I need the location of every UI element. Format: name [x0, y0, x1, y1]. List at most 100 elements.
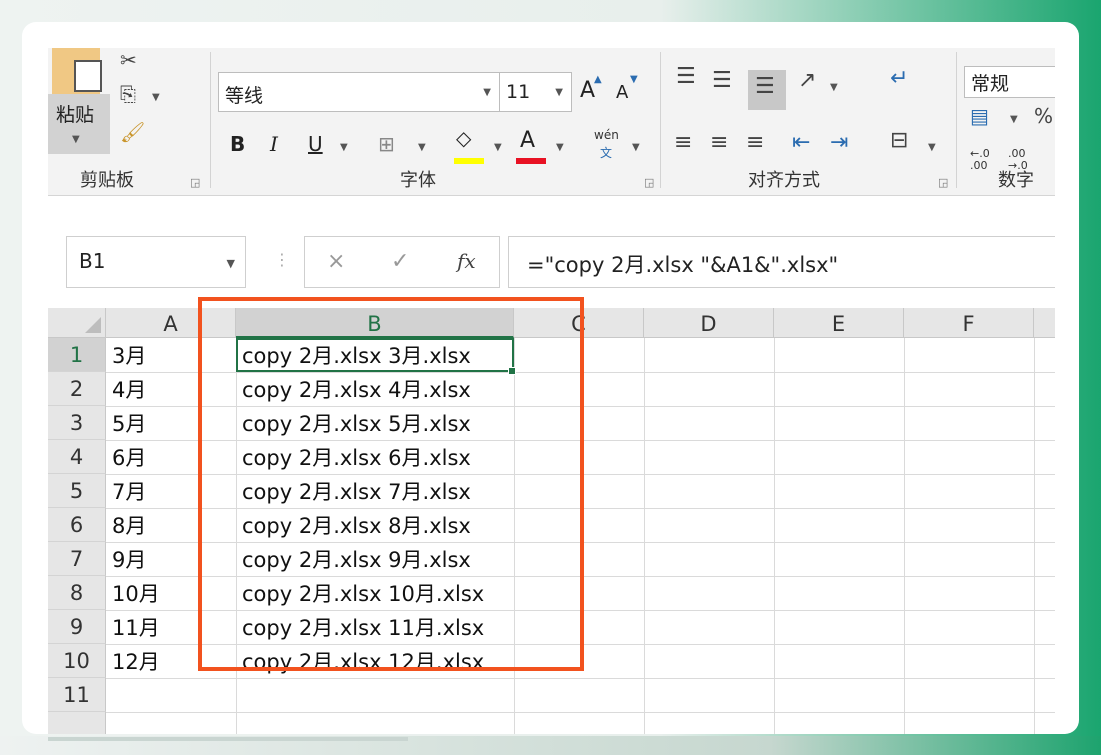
- annotation-highlight-box: [198, 297, 584, 671]
- italic-button[interactable]: I: [270, 132, 278, 156]
- font-size-select[interactable]: 11 ▼: [500, 72, 572, 112]
- font-launcher-icon[interactable]: ◲: [644, 176, 654, 189]
- enter-icon[interactable]: ✓: [391, 249, 409, 274]
- fill-dropdown-icon[interactable]: ▼: [494, 142, 502, 153]
- border-dropdown-icon[interactable]: ▼: [418, 142, 426, 153]
- font-color-dropdown-icon[interactable]: ▼: [556, 142, 564, 153]
- copy-dropdown-icon[interactable]: ▼: [152, 92, 160, 103]
- row-header-8[interactable]: 8: [48, 576, 106, 610]
- screenshot-card: 粘贴 ▼ ✂ ⎘ ▼ 🖌 剪贴板 ◲ 等线 ▼ 11 ▼ A ▲ A ▼ B I…: [22, 22, 1079, 734]
- paste-dropdown-icon: ▼: [72, 134, 80, 145]
- grow-font-button[interactable]: A: [580, 78, 595, 103]
- border-icon[interactable]: ⊞: [378, 132, 395, 156]
- insert-function-button[interactable]: fx: [457, 249, 476, 273]
- underline-dropdown-icon[interactable]: ▼: [340, 142, 348, 153]
- cell-a3[interactable]: 5月: [106, 406, 146, 440]
- cell-a4[interactable]: 6月: [106, 440, 146, 474]
- phonetic-guide-top[interactable]: wén: [594, 128, 619, 142]
- font-name-select[interactable]: 等线 ▼: [218, 72, 500, 112]
- underline-button[interactable]: U: [308, 132, 323, 156]
- shrink-arrow-icon: ▼: [630, 74, 638, 85]
- row-header-5[interactable]: 5: [48, 474, 106, 508]
- increase-indent-icon[interactable]: ⇥: [830, 130, 848, 155]
- cell-a9[interactable]: 11月: [106, 610, 160, 644]
- phonetic-guide-icon[interactable]: 文: [600, 144, 612, 161]
- select-all-button[interactable]: [48, 308, 106, 338]
- formula-input[interactable]: ="copy 2月.xlsx "&A1&".xlsx": [508, 236, 1055, 288]
- merge-center-icon[interactable]: ⊟: [890, 128, 908, 153]
- font-name-value: 等线: [225, 85, 264, 107]
- align-left-icon[interactable]: ≡: [674, 130, 692, 155]
- orientation-icon[interactable]: ↗: [798, 68, 816, 93]
- percent-button[interactable]: %: [1034, 104, 1053, 128]
- grow-arrow-icon: ▲: [594, 74, 602, 85]
- align-center-icon[interactable]: ≡: [710, 130, 728, 155]
- row-header-2[interactable]: 2: [48, 372, 106, 406]
- increase-decimal-button[interactable]: ←.0 .00: [970, 148, 1000, 172]
- cell-a10[interactable]: 12月: [106, 644, 160, 678]
- font-group-label: 字体: [400, 170, 436, 191]
- font-color-swatch: [516, 158, 546, 164]
- name-box[interactable]: B1 ▼: [66, 236, 246, 288]
- decrease-indent-icon[interactable]: ⇤: [792, 130, 810, 155]
- wrap-text-icon[interactable]: ↵: [890, 66, 908, 91]
- column-header-e[interactable]: E: [774, 308, 904, 338]
- formula-bar-buttons: × ✓ fx: [304, 236, 500, 288]
- fill-color-icon[interactable]: ◇: [456, 126, 471, 150]
- paste-document-icon: [74, 60, 102, 92]
- row-header-10[interactable]: 10: [48, 644, 106, 678]
- merge-dropdown-icon[interactable]: ▼: [928, 142, 936, 153]
- currency-dropdown-icon[interactable]: ▼: [1010, 114, 1018, 125]
- cell-a7[interactable]: 9月: [106, 542, 146, 576]
- number-group-label: 数字: [998, 170, 1034, 191]
- row-header-4[interactable]: 4: [48, 440, 106, 474]
- bottom-align-button[interactable]: ☰: [748, 70, 786, 110]
- row-header-12[interactable]: [48, 712, 106, 734]
- cancel-icon[interactable]: ×: [327, 249, 345, 274]
- cut-icon[interactable]: ✂: [120, 48, 137, 72]
- cell-a2[interactable]: 4月: [106, 372, 146, 406]
- number-format-select[interactable]: 常规: [964, 66, 1055, 98]
- alignment-launcher-icon[interactable]: ◲: [938, 176, 948, 189]
- formula-bar-resize-handle[interactable]: ⋮: [274, 250, 290, 269]
- fill-color-swatch: [454, 158, 484, 164]
- font-color-button[interactable]: A: [520, 128, 535, 153]
- formula-text: ="copy 2月.xlsx "&A1&".xlsx": [527, 253, 839, 277]
- background-accent-line: [48, 737, 408, 741]
- align-right-icon[interactable]: ≡: [746, 130, 764, 155]
- cell-a1[interactable]: 3月: [106, 338, 146, 372]
- alignment-group-label: 对齐方式: [748, 170, 820, 191]
- column-header-f[interactable]: F: [904, 308, 1034, 338]
- row-header-7[interactable]: 7: [48, 542, 106, 576]
- cell-a5[interactable]: 7月: [106, 474, 146, 508]
- row-header-11[interactable]: 11: [48, 678, 106, 712]
- row-header-9[interactable]: 9: [48, 610, 106, 644]
- chevron-down-icon: ▼: [555, 87, 563, 98]
- number-format-value: 常规: [971, 73, 1010, 95]
- currency-icon[interactable]: ▤: [970, 104, 989, 128]
- phonetic-dropdown-icon[interactable]: ▼: [632, 142, 640, 153]
- ribbon: 粘贴 ▼ ✂ ⎘ ▼ 🖌 剪贴板 ◲ 等线 ▼ 11 ▼ A ▲ A ▼ B I…: [48, 48, 1055, 196]
- font-size-value: 11: [506, 81, 531, 103]
- name-box-value: B1: [79, 249, 106, 273]
- middle-align-icon[interactable]: ☰: [712, 68, 732, 93]
- bold-button[interactable]: B: [230, 132, 245, 156]
- copy-icon[interactable]: ⎘: [120, 82, 136, 106]
- chevron-down-icon: ▼: [226, 257, 235, 270]
- cell-a8[interactable]: 10月: [106, 576, 160, 610]
- cell-a6[interactable]: 8月: [106, 508, 146, 542]
- row-header-1[interactable]: 1: [48, 338, 106, 372]
- top-align-icon[interactable]: ☰: [676, 64, 696, 89]
- paste-label: 粘贴: [56, 104, 95, 126]
- clipboard-launcher-icon[interactable]: ◲: [190, 176, 200, 189]
- paste-button[interactable]: 粘贴 ▼: [48, 48, 110, 154]
- clipboard-group-label: 剪贴板: [80, 170, 134, 191]
- bottom-align-icon: ☰: [755, 74, 775, 99]
- row-header-3[interactable]: 3: [48, 406, 106, 440]
- orientation-dropdown-icon[interactable]: ▼: [830, 82, 838, 93]
- shrink-font-button[interactable]: A: [616, 82, 628, 103]
- formula-bar: B1 ▼ ⋮ × ✓ fx ="copy 2月.xlsx "&A1&".xlsx…: [48, 208, 1055, 292]
- column-header-d[interactable]: D: [644, 308, 774, 338]
- row-header-6[interactable]: 6: [48, 508, 106, 542]
- format-painter-icon[interactable]: 🖌: [120, 120, 145, 144]
